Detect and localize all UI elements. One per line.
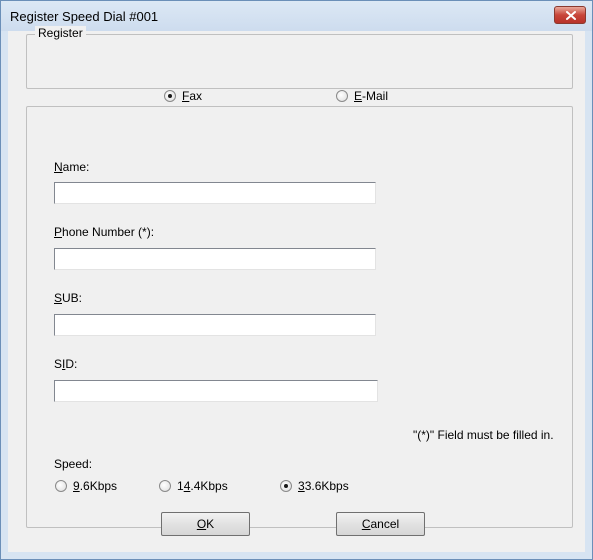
phone-number-label: Phone Number (*): — [54, 225, 155, 239]
speed-14400-label: 14.4Kbps — [177, 479, 228, 493]
name-input[interactable] — [54, 182, 376, 204]
speed-9600-radio[interactable]: 9.6Kbps — [55, 479, 117, 493]
speed-33600-label: 33.6Kbps — [298, 479, 349, 493]
register-groupbox — [26, 34, 573, 89]
register-fax-radio[interactable]: Fax — [164, 89, 202, 103]
phone-number-input[interactable] — [54, 248, 376, 270]
register-fax-label: Fax — [182, 89, 203, 103]
sub-label: SUB: — [54, 291, 83, 305]
name-label: Name: — [54, 160, 90, 174]
window-title: Register Speed Dial #001 — [10, 9, 159, 24]
radio-checked-indicator — [280, 480, 292, 492]
sid-input[interactable] — [54, 380, 378, 402]
radio-unchecked-indicator — [55, 480, 67, 492]
speed-14400-radio[interactable]: 14.4Kbps — [159, 479, 228, 493]
speed-9600-label: 9.6Kbps — [73, 479, 118, 493]
radio-unchecked-indicator — [336, 90, 348, 102]
sub-input[interactable] — [54, 314, 376, 336]
speed-label: Speed: — [54, 457, 93, 471]
close-button[interactable] — [554, 6, 586, 24]
close-icon — [566, 11, 576, 20]
radio-unchecked-indicator — [159, 480, 171, 492]
register-email-label: E-Mail — [354, 89, 389, 103]
cancel-button[interactable]: Cancel — [336, 512, 425, 536]
ok-button[interactable]: OK — [161, 512, 250, 536]
register-groupbox-legend: Register — [35, 26, 86, 40]
register-email-radio[interactable]: E-Mail — [336, 89, 388, 103]
speed-33600-radio[interactable]: 33.6Kbps — [280, 479, 349, 493]
sid-label: SID: — [54, 357, 78, 371]
radio-checked-indicator — [164, 90, 176, 102]
required-field-note: "(*)" Field must be filled in. — [413, 428, 554, 442]
title-bar[interactable]: Register Speed Dial #001 — [1, 1, 592, 31]
